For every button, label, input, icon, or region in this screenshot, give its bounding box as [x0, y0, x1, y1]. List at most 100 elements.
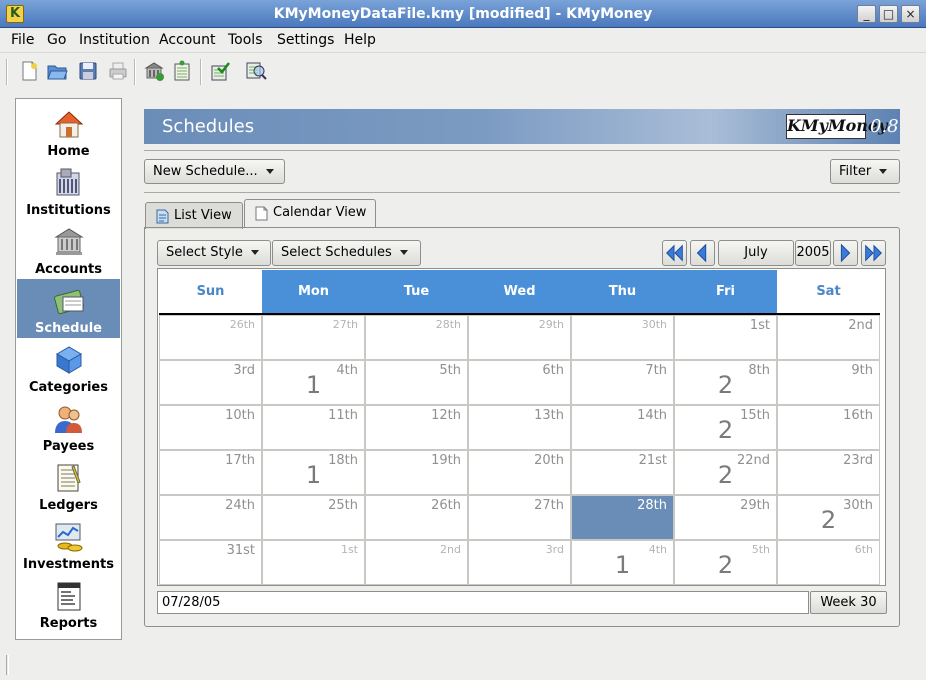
day-number: 3rd [545, 543, 564, 556]
calendar-day-cell[interactable]: 3rd [468, 540, 571, 585]
next-year-button[interactable] [861, 240, 886, 266]
sidebar-item-reports[interactable]: Reports [17, 574, 120, 633]
calendar-day-cell[interactable]: 2nd [777, 315, 880, 360]
calendar-day-cell[interactable]: 5th 2 [674, 540, 777, 585]
calendar-day-cell[interactable]: 8th 2 [674, 360, 777, 405]
reconcile-icon[interactable] [209, 60, 231, 82]
calendar-day-cell[interactable]: 12th [365, 405, 468, 450]
menu-go[interactable]: Go [47, 32, 66, 48]
day-number: 17th [225, 453, 255, 468]
day-header-sat: Sat [777, 270, 880, 313]
tab-list-view[interactable]: List View [145, 202, 243, 229]
calendar-day-cell[interactable]: 1st [262, 540, 365, 585]
day-number: 9th [851, 363, 873, 378]
calendar-day-cell[interactable]: 26th [159, 315, 262, 360]
menu-institution[interactable]: Institution [79, 32, 150, 48]
menu-file[interactable]: File [11, 32, 34, 48]
new-institution-icon[interactable] [143, 60, 165, 82]
calendar-day-cell[interactable]: 9th [777, 360, 880, 405]
sidebar-item-label: Home [47, 144, 90, 159]
calendar-day-cell[interactable]: 29th [674, 495, 777, 540]
filter-label: Filter [839, 164, 872, 179]
calendar-day-cell[interactable]: 15th 2 [674, 405, 777, 450]
select-schedules-button[interactable]: Select Schedules [272, 240, 421, 266]
previous-year-button[interactable] [662, 240, 687, 266]
calendar-day-cell[interactable]: 7th [571, 360, 674, 405]
sidebar-item-ledgers[interactable]: Ledgers [17, 456, 120, 515]
calendar-day-cell[interactable]: 13th [468, 405, 571, 450]
calendar-day-cell[interactable]: 29th [468, 315, 571, 360]
calendar-day-cell[interactable]: 2nd [365, 540, 468, 585]
calendar-day-cell[interactable]: 18th 1 [262, 450, 365, 495]
print-icon[interactable] [107, 60, 129, 82]
sidebar-item-institutions[interactable]: Institutions [17, 161, 120, 220]
calendar-day-cell[interactable]: 30th 2 [777, 495, 880, 540]
calendar-day-cell[interactable]: 21st [571, 450, 674, 495]
calendar-day-cell[interactable]: 6th [468, 360, 571, 405]
calendar-day-cell[interactable]: 4th 1 [262, 360, 365, 405]
minimize-button[interactable]: _ [857, 5, 876, 23]
sidebar-item-home[interactable]: Home [17, 102, 120, 161]
menu-settings[interactable]: Settings [277, 32, 334, 48]
calendar-day-cell[interactable]: 6th [777, 540, 880, 585]
menu-help[interactable]: Help [344, 32, 376, 48]
title-bar: K KMyMoneyDataFile.kmy [modified] - KMyM… [0, 0, 926, 28]
calendar-day-cell-selected[interactable]: 28th [571, 495, 674, 540]
calendar-day-cell[interactable]: 4th 1 [571, 540, 674, 585]
navigation-sidebar: Home Institutions Accounts Schedule Cate… [15, 98, 122, 640]
find-transaction-icon[interactable] [245, 60, 267, 82]
sidebar-item-investments[interactable]: Investments [17, 515, 120, 574]
calendar-day-cell[interactable]: 17th [159, 450, 262, 495]
menu-tools[interactable]: Tools [228, 32, 263, 48]
close-button[interactable]: × [901, 5, 920, 23]
calendar-day-cell[interactable]: 20th [468, 450, 571, 495]
calendar-day-cell[interactable]: 19th [365, 450, 468, 495]
calendar-day-cell[interactable]: 3rd [159, 360, 262, 405]
day-header-fri: Fri [674, 270, 777, 313]
week-number-button[interactable]: Week 30 [810, 591, 887, 614]
calendar-day-cell[interactable]: 1st [674, 315, 777, 360]
calendar-day-cell[interactable]: 27th [468, 495, 571, 540]
save-icon[interactable] [77, 60, 99, 82]
calendar-day-cell[interactable]: 16th [777, 405, 880, 450]
sidebar-item-schedule[interactable]: Schedule [17, 279, 120, 338]
new-account-icon[interactable] [171, 60, 193, 82]
calendar-day-cell[interactable]: 11th [262, 405, 365, 450]
new-schedule-button[interactable]: New Schedule... [144, 159, 285, 184]
calendar-day-cell[interactable]: 14th [571, 405, 674, 450]
calendar-day-cell[interactable]: 24th [159, 495, 262, 540]
schedule-icon [54, 289, 84, 315]
menu-account[interactable]: Account [159, 32, 216, 48]
sidebar-item-label: Schedule [35, 321, 102, 336]
calendar-day-cell[interactable]: 22nd 2 [674, 450, 777, 495]
tab-label: List View [174, 208, 232, 223]
next-month-button[interactable] [833, 240, 858, 266]
calendar-day-cell[interactable]: 28th [365, 315, 468, 360]
calendar-day-cell[interactable]: 23rd [777, 450, 880, 495]
selected-date-field[interactable]: 07/28/05 [157, 591, 809, 614]
sidebar-item-accounts[interactable]: Accounts [17, 220, 120, 279]
day-number: 29th [538, 318, 564, 331]
calendar-day-cell[interactable]: 26th [365, 495, 468, 540]
open-folder-icon[interactable] [46, 60, 68, 82]
kmymoney-logo: KMyMoney 0.8 [786, 114, 899, 139]
day-number: 7th [645, 363, 667, 378]
calendar-day-cell[interactable]: 31st [159, 540, 262, 585]
select-style-button[interactable]: Select Style [157, 240, 271, 266]
new-file-icon[interactable] [18, 60, 40, 82]
calendar-day-cell[interactable]: 5th [365, 360, 468, 405]
filter-button[interactable]: Filter [830, 159, 900, 184]
month-selector[interactable]: July [718, 240, 794, 266]
calendar-day-cell[interactable]: 10th [159, 405, 262, 450]
year-selector[interactable]: 2005 [795, 240, 831, 266]
calendar-day-cell[interactable]: 30th [571, 315, 674, 360]
sidebar-item-payees[interactable]: Payees [17, 397, 120, 456]
calendar-day-cell[interactable]: 25th [262, 495, 365, 540]
sidebar-item-categories[interactable]: Categories [17, 338, 120, 397]
day-number: 3rd [233, 363, 255, 378]
previous-month-button[interactable] [690, 240, 715, 266]
day-number: 30th [641, 318, 667, 331]
tab-calendar-view[interactable]: Calendar View [244, 199, 376, 228]
calendar-day-cell[interactable]: 27th [262, 315, 365, 360]
maximize-button[interactable]: □ [879, 5, 898, 23]
